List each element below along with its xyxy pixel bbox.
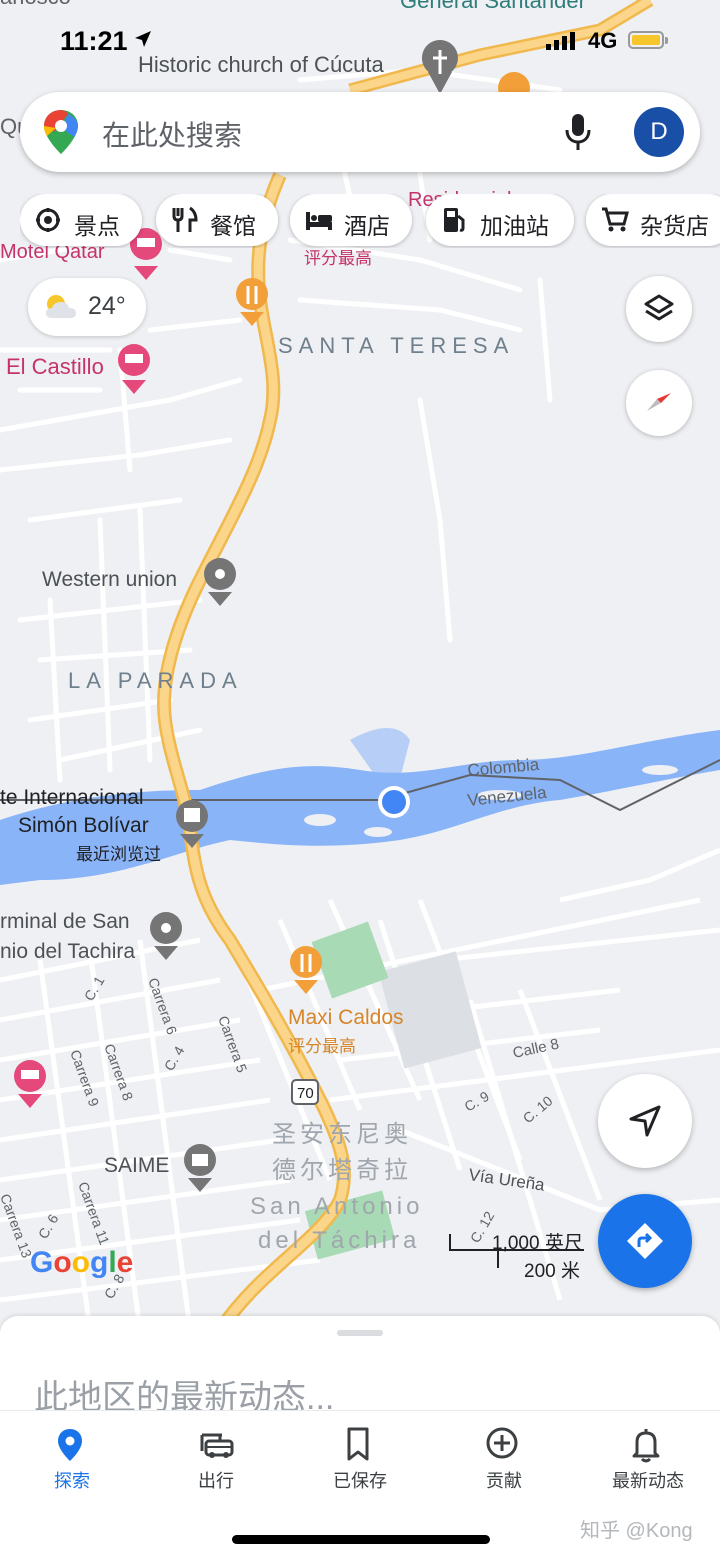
nav-label: 探索: [54, 1471, 90, 1491]
map-label-maxi-caldos[interactable]: Maxi Caldos: [288, 1006, 404, 1029]
directions-icon: [627, 1223, 663, 1259]
chip-hotels[interactable]: 酒店: [290, 194, 412, 246]
google-maps-logo-icon: [44, 110, 78, 154]
weather-chip[interactable]: 24°: [28, 278, 146, 336]
watermark-text: 知乎 @Kong: [580, 1520, 693, 1542]
car-icon: [200, 1433, 234, 1458]
map-label-terminal-line1[interactable]: rminal de San: [0, 910, 130, 933]
hotel-icon: [306, 212, 332, 230]
nav-label: 已保存: [333, 1471, 387, 1491]
map-label-san-antonio-zh-2: 德尔塔奇拉: [272, 1157, 412, 1184]
directions-button[interactable]: [598, 1194, 692, 1288]
nav-label: 最新动态: [612, 1471, 684, 1491]
chip-label: 酒店: [344, 213, 390, 239]
search-input[interactable]: 在此处搜索: [102, 114, 242, 154]
google-logo: Google: [30, 1246, 134, 1279]
map-label-el-castillo[interactable]: El Castillo: [6, 354, 104, 379]
nav-label: 贡献: [486, 1471, 522, 1491]
map-label-top-partial: ariosco: [0, 0, 71, 9]
gas-station-icon: [444, 208, 465, 232]
chip-label: 景点: [74, 213, 120, 239]
microphone-icon[interactable]: [564, 112, 592, 152]
map-label-saime[interactable]: SAIME: [104, 1154, 169, 1177]
chip-attractions[interactable]: 景点: [20, 194, 142, 246]
compass-button[interactable]: [626, 370, 692, 436]
my-location-button[interactable]: [598, 1074, 692, 1168]
map-label-recently-viewed: 最近浏览过: [76, 845, 161, 864]
nav-tab-explore[interactable]: 探索: [0, 1411, 144, 1511]
battery-icon: [628, 31, 668, 49]
home-indicator[interactable]: [232, 1535, 490, 1544]
map-label-san-antonio-1: San Antonio: [250, 1193, 423, 1220]
map-label-route70: 70: [297, 1085, 314, 1102]
attractions-icon: [36, 208, 60, 232]
scale-metric: 200 米: [524, 1261, 580, 1282]
map-label-santa-teresa: SANTA TERESA: [278, 333, 514, 358]
account-avatar[interactable]: D: [634, 107, 684, 157]
map-label-la-parada: LA PARADA: [68, 668, 243, 693]
chip-label: 加油站: [480, 213, 549, 239]
sheet-drag-handle[interactable]: [337, 1330, 383, 1336]
map-label-western-union[interactable]: Western union: [42, 568, 177, 591]
restaurant-icon: [172, 206, 198, 232]
chip-label: 杂货店: [640, 213, 709, 239]
compass-icon: [647, 393, 671, 411]
status-bar: 11:21 4G: [0, 22, 720, 62]
partly-cloudy-icon: [46, 295, 76, 318]
layers-button[interactable]: [626, 276, 692, 342]
map-label-san-antonio-2: del Táchira: [258, 1227, 420, 1254]
chip-restaurants[interactable]: 餐馆: [156, 194, 278, 246]
scale-imperial: 1,000 英尺: [492, 1233, 583, 1254]
network-type: 4G: [588, 28, 618, 53]
chip-gas-stations[interactable]: 加油站: [426, 194, 574, 246]
map-label-general-santander: General Santander: [400, 0, 586, 13]
chip-label: 餐馆: [210, 213, 256, 239]
weather-temperature: 24°: [88, 292, 126, 320]
map-label-puente-line1[interactable]: te Internacional: [0, 786, 144, 809]
map-label-rated-top: 评分最高: [304, 249, 372, 268]
map-label-puente-line2[interactable]: Simón Bolívar: [18, 814, 149, 837]
navigation-arrow-icon: [629, 1105, 661, 1137]
nav-tab-go[interactable]: 出行: [144, 1411, 288, 1511]
category-chips: 景点 餐馆 酒店 加油站 杂货店: [20, 194, 720, 248]
map-label-terminal-line2[interactable]: nio del Tachira: [0, 940, 135, 963]
add-circle-icon: [486, 1427, 518, 1459]
bookmark-icon: [347, 1427, 369, 1461]
nav-tab-contribute[interactable]: 贡献: [432, 1411, 576, 1511]
nav-tab-updates[interactable]: 最新动态: [576, 1411, 720, 1511]
status-time: 11:21: [60, 26, 128, 56]
grocery-cart-icon: [602, 207, 629, 232]
chip-groceries[interactable]: 杂货店: [586, 194, 720, 246]
map-label-maxi-rated: 评分最高: [288, 1037, 356, 1056]
explore-pin-icon: [58, 1429, 82, 1461]
map-label-san-antonio-zh-1: 圣安东尼奥: [272, 1121, 412, 1148]
scale-bar: 1,000 英尺 200 米: [448, 1224, 588, 1284]
search-bar[interactable]: 在此处搜索 D: [20, 92, 700, 172]
nav-label: 出行: [198, 1471, 234, 1491]
layers-icon: [644, 294, 674, 321]
location-arrow-icon: [135, 31, 151, 47]
bell-icon: [632, 1429, 660, 1463]
cellular-signal-icon: [546, 32, 575, 50]
nav-tab-saved[interactable]: 已保存: [288, 1411, 432, 1511]
